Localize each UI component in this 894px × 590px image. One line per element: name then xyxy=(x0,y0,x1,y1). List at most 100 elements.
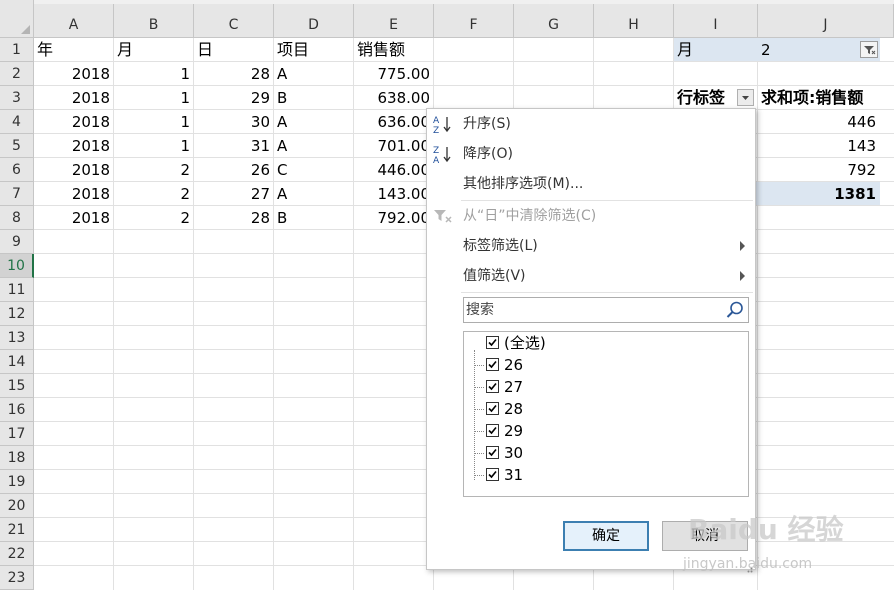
cell-item[interactable]: A xyxy=(274,134,354,158)
cell-item[interactable]: A xyxy=(274,62,354,86)
cell-day[interactable]: 26 xyxy=(194,158,274,182)
header-item[interactable]: 项目 xyxy=(274,38,354,62)
column-header-b[interactable]: B xyxy=(114,4,194,38)
more-sort-options-item[interactable]: 其他排序选项(M)... xyxy=(427,169,755,199)
row-header-19[interactable]: 19 xyxy=(0,470,34,494)
cell-month[interactable]: 1 xyxy=(114,110,194,134)
cell-year[interactable]: 2018 xyxy=(34,206,114,230)
cell-sales[interactable]: 636.00 xyxy=(354,110,434,134)
pivot-filter-value[interactable]: 2 xyxy=(758,38,858,62)
checkbox-checked[interactable] xyxy=(486,380,499,393)
cell-year[interactable]: 2018 xyxy=(34,110,114,134)
cell-day[interactable]: 31 xyxy=(194,134,274,158)
row-header-3[interactable]: 3 xyxy=(0,86,34,110)
column-header-a[interactable]: A xyxy=(34,4,114,38)
cell-item[interactable]: A xyxy=(274,182,354,206)
column-header-g[interactable]: G xyxy=(514,4,594,38)
header-sales[interactable]: 销售额 xyxy=(354,38,434,62)
row-header-5[interactable]: 5 xyxy=(0,134,34,158)
row-header-6[interactable]: 6 xyxy=(0,158,34,182)
filter-option[interactable]: 30 xyxy=(484,442,684,464)
pivot-filter-field[interactable]: 月 xyxy=(674,38,758,62)
row-header-1[interactable]: 1 xyxy=(0,38,34,62)
row-header-20[interactable]: 20 xyxy=(0,494,34,518)
cell-month[interactable]: 2 xyxy=(114,206,194,230)
cell-month[interactable]: 2 xyxy=(114,182,194,206)
filter-option-select-all[interactable]: (全选) xyxy=(484,332,684,354)
filter-option[interactable]: 29 xyxy=(484,420,684,442)
pivot-value-header[interactable]: 求和项:销售额 xyxy=(758,86,888,110)
row-header-15[interactable]: 15 xyxy=(0,374,34,398)
filter-value-list[interactable]: (全选) 26 27 28 29 30 31 xyxy=(463,331,749,497)
row-header-17[interactable]: 17 xyxy=(0,422,34,446)
cell-year[interactable]: 2018 xyxy=(34,86,114,110)
cell-year[interactable]: 2018 xyxy=(34,62,114,86)
row-header-8[interactable]: 8 xyxy=(0,206,34,230)
row-header-16[interactable]: 16 xyxy=(0,398,34,422)
checkbox-checked[interactable] xyxy=(486,424,499,437)
cell-month[interactable]: 1 xyxy=(114,86,194,110)
filter-search-input[interactable]: 搜索 xyxy=(463,297,749,323)
filter-option[interactable]: 31 xyxy=(484,464,684,486)
row-header-22[interactable]: 22 xyxy=(0,542,34,566)
select-all-corner[interactable] xyxy=(0,0,34,38)
pivot-value-cell[interactable]: 446 xyxy=(758,110,880,134)
row-label-dropdown-icon[interactable] xyxy=(737,89,754,106)
cell-year[interactable]: 2018 xyxy=(34,158,114,182)
row-header-14[interactable]: 14 xyxy=(0,350,34,374)
cell-sales[interactable]: 792.00 xyxy=(354,206,434,230)
column-header-d[interactable]: D xyxy=(274,4,354,38)
cell-sales[interactable]: 701.00 xyxy=(354,134,434,158)
column-header-j[interactable]: J xyxy=(758,4,894,38)
pivot-filter-funnel-icon[interactable] xyxy=(860,41,878,58)
cell-sales[interactable]: 143.00 xyxy=(354,182,434,206)
clear-filter-item[interactable]: 从“日”中清除筛选(C) xyxy=(427,201,755,231)
pivot-value-cell[interactable]: 792 xyxy=(758,158,880,182)
cell-day[interactable]: 29 xyxy=(194,86,274,110)
label-filter-item[interactable]: 标签筛选(L) xyxy=(427,231,755,261)
checkbox-checked[interactable] xyxy=(486,402,499,415)
cell-day[interactable]: 30 xyxy=(194,110,274,134)
cell-month[interactable]: 2 xyxy=(114,158,194,182)
column-header-i[interactable]: I xyxy=(674,4,758,38)
search-icon[interactable] xyxy=(725,300,745,320)
cell-item[interactable]: B xyxy=(274,86,354,110)
sort-descending-item[interactable]: ZA 降序(O) xyxy=(427,139,755,169)
cell-day[interactable]: 28 xyxy=(194,62,274,86)
cell-month[interactable]: 1 xyxy=(114,134,194,158)
row-header-21[interactable]: 21 xyxy=(0,518,34,542)
filter-option[interactable]: 26 xyxy=(484,354,684,376)
column-header-h[interactable]: H xyxy=(594,4,674,38)
cell-day[interactable]: 28 xyxy=(194,206,274,230)
column-header-e[interactable]: E xyxy=(354,4,434,38)
row-header-7[interactable]: 7 xyxy=(0,182,34,206)
cell-month[interactable]: 1 xyxy=(114,62,194,86)
row-header-2[interactable]: 2 xyxy=(0,62,34,86)
checkbox-checked[interactable] xyxy=(486,336,499,349)
row-header-18[interactable]: 18 xyxy=(0,446,34,470)
checkbox-checked[interactable] xyxy=(486,446,499,459)
column-header-f[interactable]: F xyxy=(434,4,514,38)
row-header-10-active[interactable]: 10 xyxy=(0,254,34,278)
ok-button[interactable]: 确定 xyxy=(563,521,649,551)
row-header-13[interactable]: 13 xyxy=(0,326,34,350)
pivot-row-label-header[interactable]: 行标签 xyxy=(674,86,740,110)
cell-sales[interactable]: 775.00 xyxy=(354,62,434,86)
pivot-grand-total[interactable]: 1381 xyxy=(758,182,880,206)
cell-year[interactable]: 2018 xyxy=(34,134,114,158)
row-header-4[interactable]: 4 xyxy=(0,110,34,134)
cell-item[interactable]: A xyxy=(274,110,354,134)
column-header-c[interactable]: C xyxy=(194,4,274,38)
header-year[interactable]: 年 xyxy=(34,38,114,62)
row-header-11[interactable]: 11 xyxy=(0,278,34,302)
cell-item[interactable]: B xyxy=(274,206,354,230)
cell-sales[interactable]: 446.00 xyxy=(354,158,434,182)
row-header-9[interactable]: 9 xyxy=(0,230,34,254)
filter-option[interactable]: 28 xyxy=(484,398,684,420)
header-day[interactable]: 日 xyxy=(194,38,274,62)
value-filter-item[interactable]: 值筛选(V) xyxy=(427,261,755,291)
filter-option[interactable]: 27 xyxy=(484,376,684,398)
checkbox-checked[interactable] xyxy=(486,468,499,481)
header-month[interactable]: 月 xyxy=(114,38,194,62)
cell-item[interactable]: C xyxy=(274,158,354,182)
